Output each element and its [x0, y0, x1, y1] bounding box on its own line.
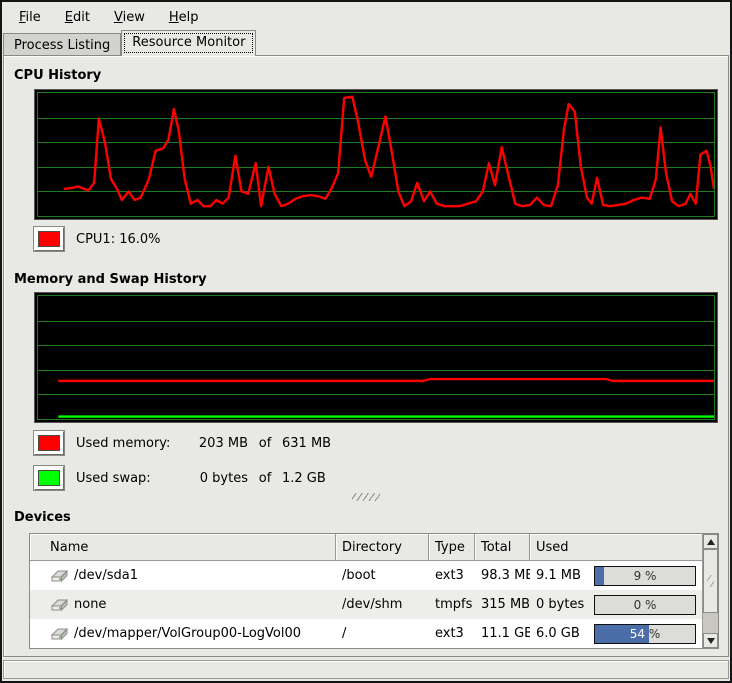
- device-total: 11.1 GB: [475, 626, 530, 641]
- disk-icon: [50, 568, 69, 583]
- memory-history-graph: [34, 292, 718, 423]
- used-swap-value: 0 bytes: [188, 471, 248, 486]
- used-memory-of: of: [248, 436, 282, 451]
- used-swap-legend: Used swap: 0 bytes of 1.2 GB: [34, 465, 352, 491]
- tab-bar: Process Listing Resource Monitor: [3, 30, 729, 56]
- table-row[interactable]: /dev/mapper/VolGroup00-LogVol00 / ext3 1…: [30, 619, 702, 648]
- device-name: none: [74, 597, 106, 612]
- device-type: ext3: [429, 626, 475, 641]
- device-used: 9.1 MB: [536, 568, 581, 583]
- scrollbar-grip-icon: [707, 575, 714, 587]
- cpu-history-title: CPU History: [14, 68, 101, 83]
- column-header-name[interactable]: Name: [30, 534, 336, 561]
- used-memory-value: 203 MB: [188, 436, 248, 451]
- system-monitor-window: File Edit View Help Process Listing Reso…: [0, 0, 732, 683]
- usage-progress-bar: 9 % 9 %: [594, 566, 696, 586]
- cpu-legend: CPU1: 16.0%: [34, 226, 161, 252]
- usage-percent-label-inverse: 9 %: [595, 567, 604, 585]
- disk-icon: [50, 626, 69, 641]
- tab-process-listing-label: Process Listing: [14, 38, 110, 53]
- down-arrow-icon: [707, 638, 715, 644]
- disk-icon: [50, 597, 69, 612]
- device-directory: /dev/shm: [336, 597, 429, 612]
- table-scrollbar[interactable]: [702, 534, 718, 648]
- usage-progress-bar: 54 % 54 %: [594, 624, 696, 644]
- tab-resource-monitor-label: Resource Monitor: [132, 35, 245, 50]
- tab-resource-monitor[interactable]: Resource Monitor: [121, 30, 256, 56]
- cpu-legend-label: CPU1: 16.0%: [76, 232, 161, 247]
- device-type: ext3: [429, 568, 475, 583]
- device-directory: /: [336, 626, 429, 641]
- scrollbar-thumb[interactable]: [703, 549, 718, 613]
- column-header-total[interactable]: Total: [475, 534, 530, 561]
- memory-history-title: Memory and Swap History: [14, 272, 207, 287]
- device-used: 6.0 GB: [536, 626, 580, 641]
- usage-percent-label: 0 %: [595, 596, 695, 614]
- scroll-down-button[interactable]: [703, 633, 718, 648]
- device-directory: /boot: [336, 568, 429, 583]
- menubar: File Edit View Help: [4, 4, 728, 30]
- device-total: 98.3 MB: [475, 568, 530, 583]
- menu-help[interactable]: Help: [160, 7, 208, 28]
- used-memory-label: Used memory:: [76, 436, 188, 451]
- column-header-type[interactable]: Type: [429, 534, 475, 561]
- total-memory-value: 631 MB: [282, 436, 352, 451]
- device-name: /dev/sda1: [74, 568, 138, 583]
- resource-monitor-panel: CPU History CPU1: 16.0% Memory and Swap …: [3, 55, 729, 657]
- devices-table-header: Name Directory Type Total Used: [30, 534, 702, 561]
- total-swap-value: 1.2 GB: [282, 471, 352, 486]
- menu-view[interactable]: View: [105, 7, 154, 28]
- status-bar: [3, 660, 729, 679]
- cpu-history-graph: [34, 89, 718, 220]
- tab-process-listing[interactable]: Process Listing: [3, 33, 121, 56]
- memory-color-chip: [38, 435, 60, 451]
- menu-file[interactable]: File: [10, 7, 50, 28]
- scroll-up-button[interactable]: [703, 534, 718, 549]
- column-header-directory[interactable]: Directory: [336, 534, 429, 561]
- used-swap-label: Used swap:: [76, 471, 188, 486]
- swap-color-chip: [38, 470, 60, 486]
- cpu-color-chip: [38, 231, 60, 247]
- usage-percent-label: 9 %: [595, 567, 695, 585]
- device-used: 0 bytes: [536, 597, 584, 612]
- pane-resize-grip[interactable]: [352, 493, 380, 501]
- up-arrow-icon: [707, 539, 715, 545]
- device-type: tmpfs: [429, 597, 475, 612]
- usage-progress-fill: 54 %: [595, 625, 649, 643]
- devices-title: Devices: [14, 510, 71, 525]
- devices-table: Name Directory Type Total Used: [29, 533, 719, 649]
- table-row[interactable]: /dev/sda1 /boot ext3 98.3 MB 9.1 MB 9 % …: [30, 561, 702, 590]
- memory-line-chart: [38, 296, 714, 419]
- swap-color-swatch-button[interactable]: [34, 466, 64, 490]
- table-row[interactable]: none /dev/shm tmpfs 315 MB 0 bytes 0 % 0…: [30, 590, 702, 619]
- memory-color-swatch-button[interactable]: [34, 431, 64, 455]
- column-header-used[interactable]: Used: [530, 534, 702, 561]
- cpu-color-swatch-button[interactable]: [34, 227, 64, 251]
- used-swap-of: of: [248, 471, 282, 486]
- usage-progress-bar: 0 % 0 %: [594, 595, 696, 615]
- device-total: 315 MB: [475, 597, 530, 612]
- cpu-line-chart: [38, 93, 714, 216]
- used-memory-legend: Used memory: 203 MB of 631 MB: [34, 430, 352, 456]
- menu-edit[interactable]: Edit: [56, 7, 99, 28]
- usage-progress-fill: 9 %: [595, 567, 604, 585]
- device-name: /dev/mapper/VolGroup00-LogVol00: [74, 626, 301, 641]
- usage-percent-label-inverse: 54 %: [595, 625, 649, 643]
